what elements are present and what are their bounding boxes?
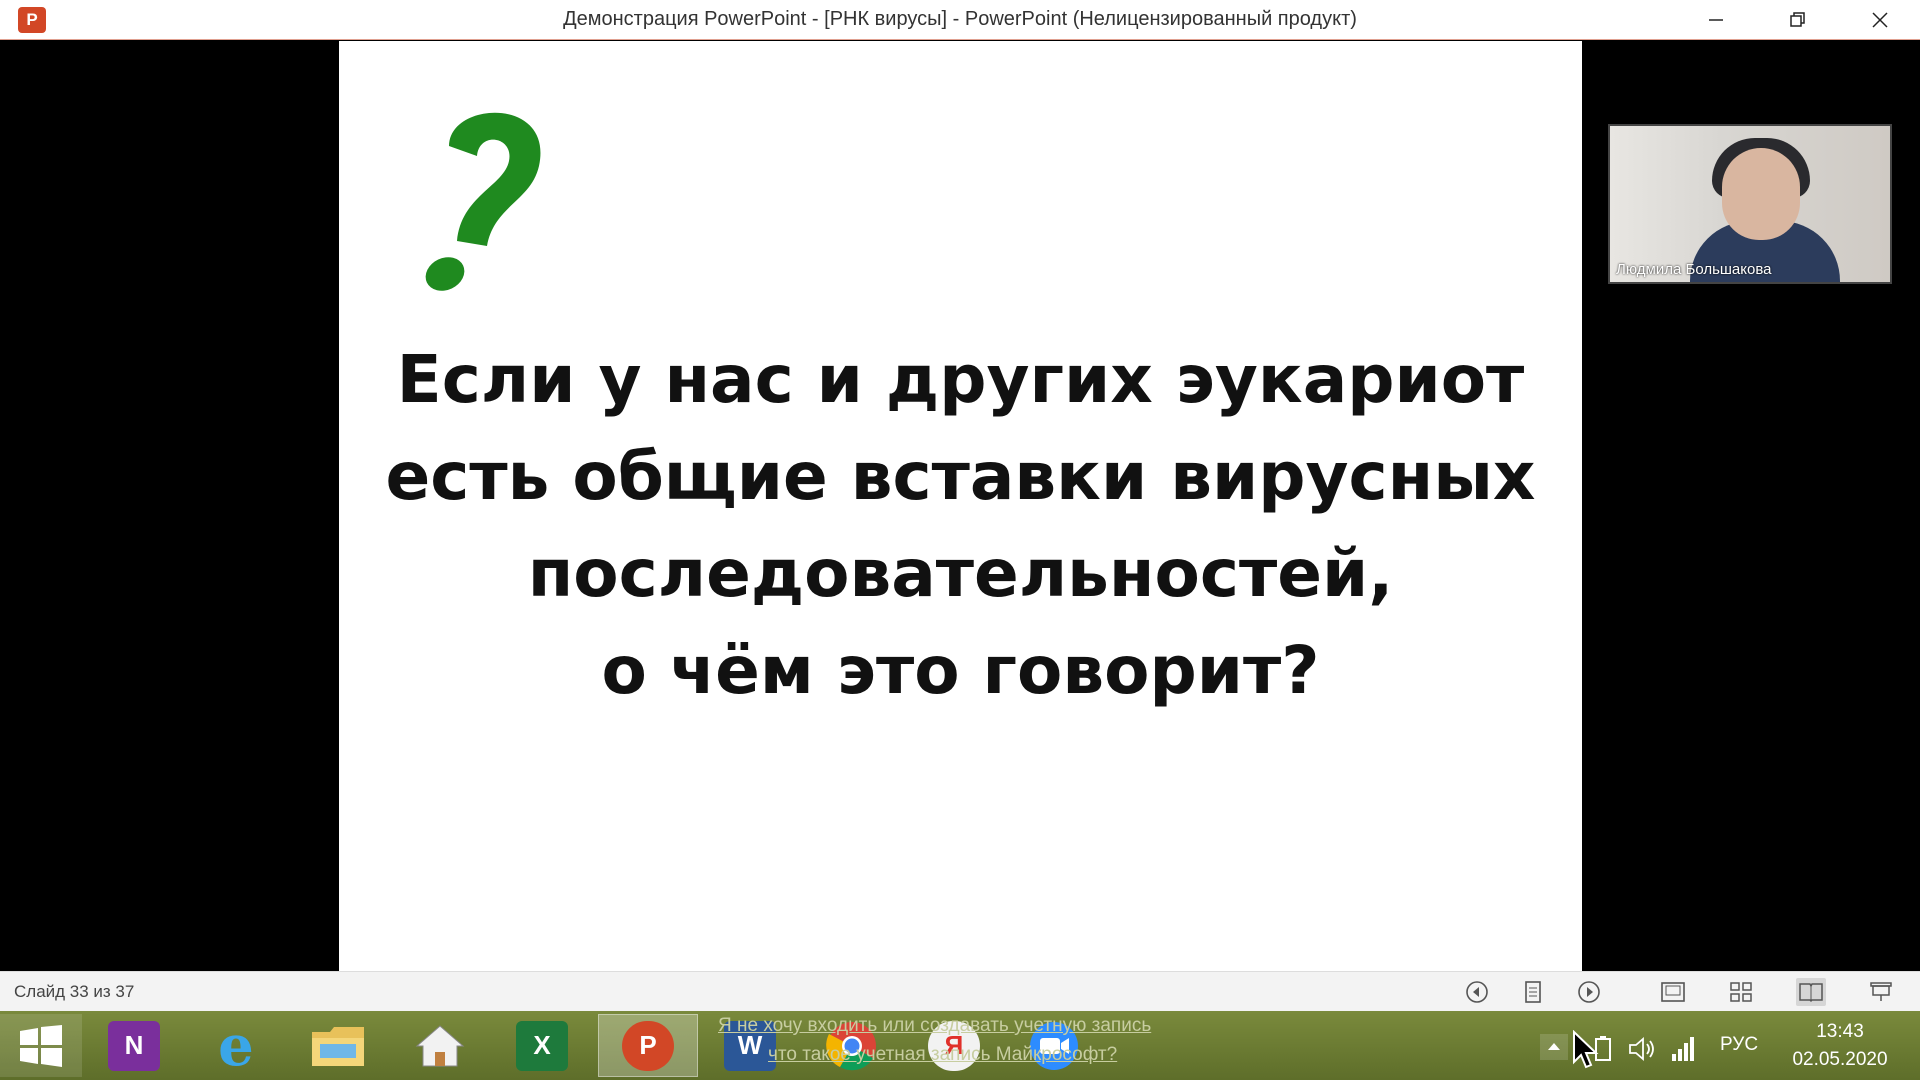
previous-slide-button[interactable] [1462,978,1492,1006]
slide-text-line: Если у нас и других эукариот [396,341,1525,418]
slide-menu-button[interactable] [1518,978,1548,1006]
menu-icon [1525,981,1541,1003]
close-icon [1872,12,1888,28]
language-indicator[interactable]: РУС [1720,1034,1758,1056]
reading-view-icon [1799,983,1823,1003]
slide-body-text: Если у нас и других эукариот есть общие … [379,331,1542,719]
slide-counter: Слайд 33 из 37 [14,982,135,1001]
mouse-cursor-icon [1573,1030,1599,1069]
taskbar-internet-explorer[interactable]: e [186,1012,286,1079]
normal-view-icon [1661,982,1685,1002]
participant-name: Людмила Большакова [1616,261,1772,278]
webcam-video-tile[interactable]: Людмила Большакова [1608,124,1892,284]
slideshow-icon [1870,982,1892,1001]
window-titlebar: P Демонстрация PowerPoint - [РНК вирусы]… [0,0,1920,40]
taskbar-home[interactable] [390,1014,490,1077]
reading-view-button[interactable] [1796,978,1826,1006]
slide-sorter-button[interactable] [1726,978,1756,1006]
internet-explorer-icon: e [218,1012,254,1079]
chevron-up-icon [1548,1043,1560,1050]
next-slide-button[interactable] [1574,978,1604,1006]
presentation-stage: Если у нас и других эукариот есть общие … [0,41,1920,971]
speaker-face [1722,148,1800,240]
windows-logo-icon [20,1024,62,1067]
slideshow-statusbar: Слайд 33 из 37 [0,971,1920,1011]
home-icon [415,1024,465,1066]
next-icon [1578,981,1600,1003]
slide-text-line: о чём это говорит? [601,632,1320,709]
slide-sorter-icon [1730,982,1752,1002]
clock-date: 02.05.2020 [1792,1049,1888,1070]
speaker-icon [1629,1037,1654,1061]
slideshow-button[interactable] [1866,978,1896,1006]
start-button[interactable] [0,1014,82,1077]
folder-icon [312,1026,364,1066]
taskbar-file-explorer[interactable] [288,1014,388,1077]
show-hidden-icons-button[interactable] [1540,1034,1568,1060]
slide-text-line: последовательностей, [527,535,1394,612]
clock-time: 13:43 [1816,1021,1864,1042]
taskbar-clock[interactable]: 13:43 02.05.2020 [1770,1018,1910,1074]
taskbar-excel[interactable]: X [492,1014,592,1077]
taskbar-onenote[interactable]: N [84,1014,184,1077]
window-title: Демонстрация PowerPoint - [РНК вирусы] -… [563,8,1357,30]
excel-icon: X [516,1020,568,1071]
slide-text-line: есть общие вставки вирусных [385,438,1536,515]
restore-icon [1790,12,1805,27]
question-mark-icon [425,112,541,291]
account-notification-link[interactable]: Я не хочу входить или создавать учетную … [718,1015,1151,1037]
volume-tray-button[interactable] [1628,1036,1658,1066]
account-info-link[interactable]: что такое учетная запись Майкрософт? [768,1044,1117,1066]
onenote-icon: N [108,1020,160,1071]
minimize-button[interactable] [1676,0,1756,40]
close-button[interactable] [1840,0,1920,40]
restore-button[interactable] [1758,0,1838,40]
previous-icon [1466,981,1488,1003]
minimize-icon [1709,19,1723,21]
network-tray-button[interactable] [1670,1034,1696,1066]
signal-icon [1672,1037,1694,1061]
slide[interactable]: Если у нас и других эукариот есть общие … [339,41,1582,971]
taskbar-powerpoint[interactable]: P [598,1014,698,1077]
normal-view-button[interactable] [1658,978,1688,1006]
powerpoint-icon: P [622,1020,674,1071]
